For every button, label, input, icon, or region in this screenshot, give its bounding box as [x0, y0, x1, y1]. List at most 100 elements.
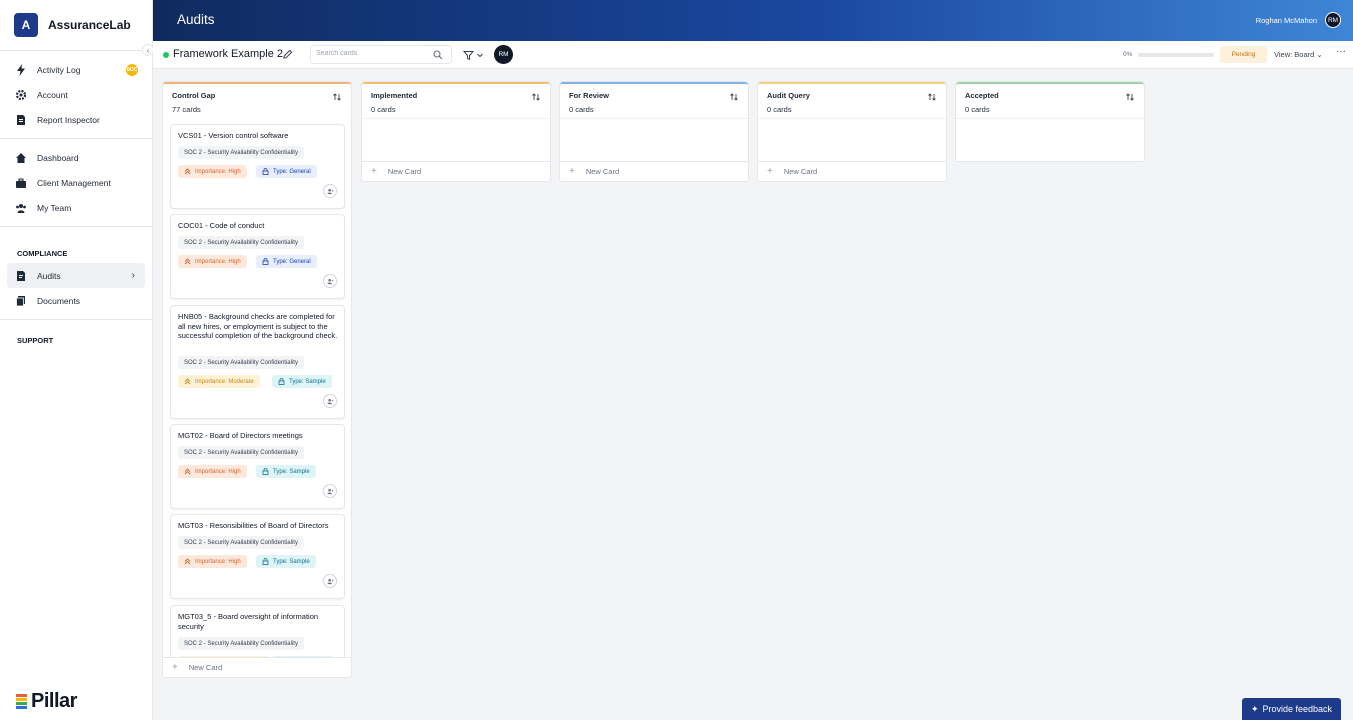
sort-icon[interactable] — [1125, 92, 1135, 102]
nav-group-activity: Activity Log SOC Account Report Inspecto… — [0, 51, 152, 139]
nav-group-main: Dashboard Client Management My Team — [0, 139, 152, 227]
add-user-icon — [326, 188, 334, 194]
view-selector[interactable]: View: Board ⌄ — [1274, 50, 1323, 59]
progress-bar — [1138, 53, 1214, 57]
type-tag: Type: General — [256, 255, 317, 268]
sidebar-item-label: My Team — [37, 202, 72, 213]
search-icon[interactable] — [433, 50, 443, 60]
column-count: 0 cards — [767, 105, 792, 114]
plus-icon: + — [569, 166, 575, 177]
chevrons-up-icon — [184, 168, 191, 175]
chevrons-up-icon — [184, 258, 191, 265]
sparkle-icon: ✦ — [1250, 703, 1259, 714]
column-header: For Review 0 cards — [560, 82, 748, 118]
status-badge[interactable]: Pending — [1220, 46, 1267, 63]
framework-tag: SOC 2 - Security Availability Confidenti… — [178, 236, 304, 249]
audit-card[interactable]: MGT03 - Resonsibilities of Board of Dire… — [170, 514, 345, 599]
column-title: For Review — [569, 91, 610, 100]
new-card-button[interactable]: + New Card — [758, 161, 946, 181]
section-title-support: SUPPORT — [17, 335, 54, 345]
sidebar-item-account[interactable]: Account — [0, 82, 145, 107]
view-label: View: Board — [1274, 50, 1315, 59]
column-header: Implemented 0 cards — [362, 82, 550, 118]
plus-icon: + — [172, 662, 178, 673]
user-name[interactable]: Roghan McMahon — [1256, 16, 1317, 25]
add-user-icon — [326, 278, 334, 284]
assign-user-button[interactable] — [323, 274, 337, 288]
org-switcher[interactable]: A AssuranceLab — [0, 0, 152, 51]
lock-icon — [262, 468, 269, 475]
audit-icon — [15, 270, 27, 282]
feedback-label: Provide feedback — [1262, 704, 1333, 714]
assign-user-button[interactable] — [323, 184, 337, 198]
add-user-icon — [326, 578, 334, 584]
audit-card[interactable]: MGT03_5 - Board oversight of information… — [170, 605, 345, 658]
card-list[interactable] — [560, 118, 748, 161]
filter-button[interactable] — [463, 49, 485, 61]
column-for-review: For Review 0 cards + New Card — [559, 81, 749, 182]
column-header: Control Gap 77 cards — [163, 82, 351, 118]
top-header: Audits Roghan McMahon RM — [153, 0, 1353, 41]
framework-name[interactable]: Framework Example 2 — [173, 48, 283, 60]
importance-label: Importance: High — [195, 558, 241, 565]
column-header: Accepted 0 cards — [956, 82, 1144, 118]
status-dot — [163, 52, 169, 58]
user-avatar[interactable]: RM — [1325, 12, 1341, 28]
org-name: AssuranceLab — [48, 18, 131, 32]
more-options-icon[interactable]: ··· — [1336, 46, 1346, 57]
assign-user-button[interactable] — [323, 484, 337, 498]
lock-icon — [262, 558, 269, 565]
card-list[interactable] — [956, 118, 1144, 161]
sort-icon[interactable] — [729, 92, 739, 102]
column-title: Accepted — [965, 91, 999, 100]
sidebar-item-audits[interactable]: Audits › — [7, 263, 145, 288]
type-label: Type: Sample — [273, 558, 310, 565]
importance-label: Importance: Moderate — [195, 378, 254, 385]
new-card-button[interactable]: + New Card — [560, 161, 748, 181]
framework-tag: SOC 2 - Security Availability Confidenti… — [178, 446, 304, 459]
sidebar-item-dashboard[interactable]: Dashboard — [0, 145, 145, 170]
chevrons-up-icon — [184, 378, 191, 385]
sidebar-item-my-team[interactable]: My Team — [0, 195, 145, 220]
audit-card[interactable]: VCS01 - Version control software SOC 2 -… — [170, 124, 345, 209]
new-card-button[interactable]: + New Card — [163, 657, 351, 677]
assign-user-button[interactable] — [323, 394, 337, 408]
column-header: Audit Query 0 cards — [758, 82, 946, 118]
column-title: Audit Query — [767, 91, 810, 100]
new-card-label: New Card — [585, 167, 620, 176]
card-list[interactable] — [362, 118, 550, 161]
sidebar-item-documents[interactable]: Documents — [0, 288, 145, 313]
page-title: Audits — [177, 12, 215, 27]
framework-tag: SOC 2 - Security Availability Confidenti… — [178, 356, 304, 369]
sidebar-item-label: Audits — [37, 270, 61, 281]
type-label: Type: General — [273, 168, 311, 175]
new-card-button[interactable]: + New Card — [362, 161, 550, 181]
sidebar-item-activity-log[interactable]: Activity Log SOC — [0, 57, 145, 82]
lock-icon — [278, 378, 285, 385]
framework-tag: SOC 2 - Security Availability Confidenti… — [178, 637, 304, 650]
lock-icon — [262, 168, 269, 175]
type-tag: Type: Sample — [256, 465, 316, 478]
card-list[interactable]: VCS01 - Version control software SOC 2 -… — [163, 118, 351, 658]
sort-icon[interactable] — [531, 92, 541, 102]
card-list[interactable] — [758, 118, 946, 161]
sidebar-item-report-inspector[interactable]: Report Inspector — [0, 107, 145, 132]
pencil-icon[interactable] — [282, 49, 293, 60]
audit-card[interactable]: MGT02 - Board of Directors meetings SOC … — [170, 424, 345, 509]
search-input[interactable] — [316, 50, 426, 57]
audit-card[interactable]: COC01 - Code of conduct SOC 2 - Security… — [170, 214, 345, 299]
assign-user-button[interactable] — [323, 574, 337, 588]
chevrons-up-icon — [184, 558, 191, 565]
pillar-logo-mark — [16, 694, 27, 709]
audit-card[interactable]: HNB05 - Background checks are completed … — [170, 305, 345, 419]
assignee-avatar[interactable]: RM — [494, 45, 513, 64]
provide-feedback-button[interactable]: ✦ Provide feedback — [1242, 698, 1341, 720]
sort-icon[interactable] — [927, 92, 937, 102]
importance-label: Importance: High — [195, 468, 241, 475]
add-user-icon — [326, 488, 334, 494]
column-count: 77 cards — [172, 105, 201, 114]
column-title: Implemented — [371, 91, 418, 100]
sort-icon[interactable] — [332, 92, 342, 102]
pillar-logo: Pillar — [16, 690, 77, 713]
sidebar-item-client-management[interactable]: Client Management — [0, 170, 145, 195]
